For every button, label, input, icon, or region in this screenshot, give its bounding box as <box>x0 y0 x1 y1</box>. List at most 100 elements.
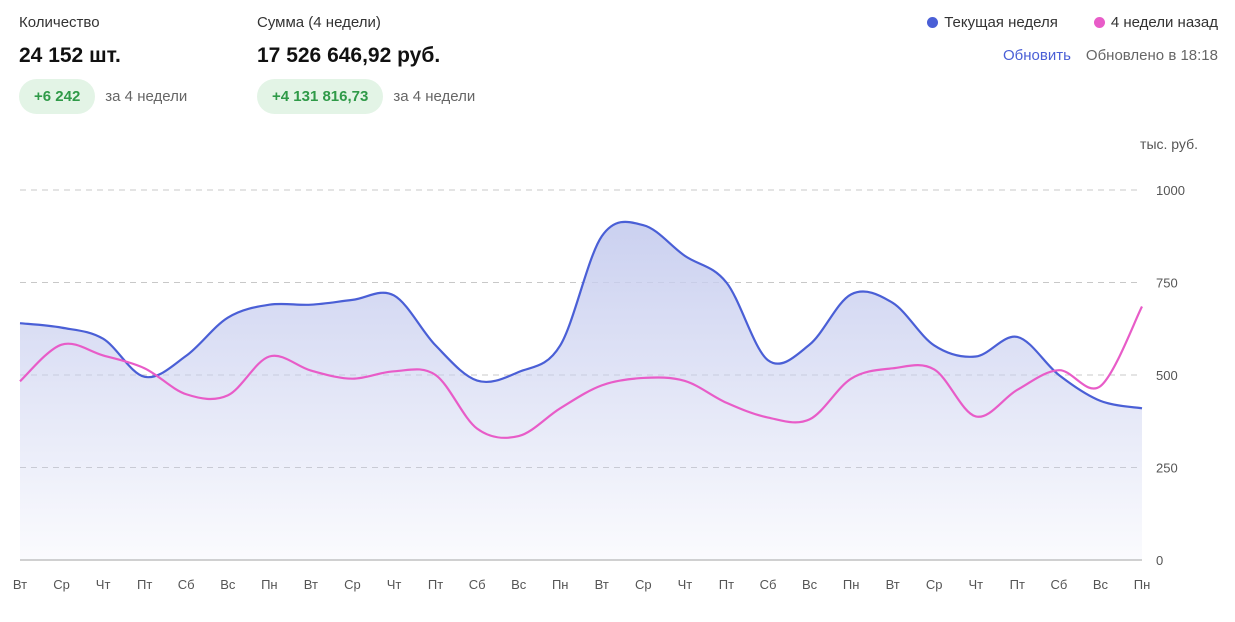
legend-item-current[interactable]: Текущая неделя <box>927 14 1058 31</box>
data-point-previous[interactable] <box>554 402 566 414</box>
quantity-period: за 4 недели <box>105 88 188 105</box>
x-tick-label: Пн <box>261 577 278 592</box>
refresh-row: Обновить Обновлено в 18:18 <box>1003 47 1218 64</box>
x-tick-label: Ср <box>926 577 943 592</box>
data-point-previous[interactable] <box>1136 301 1148 313</box>
x-tick-label: Вт <box>304 577 318 592</box>
data-point-previous[interactable] <box>970 410 982 422</box>
legend-dot-current-icon <box>927 17 939 28</box>
x-tick-label: Пн <box>1134 577 1151 592</box>
quantity-label: Количество <box>19 14 100 31</box>
data-point-current[interactable] <box>513 366 525 378</box>
data-point-current[interactable] <box>305 299 317 311</box>
data-point-current[interactable] <box>887 297 899 309</box>
y-tick-label: 750 <box>1156 276 1178 291</box>
x-tick-label: Сб <box>178 577 195 592</box>
data-point-current[interactable] <box>1094 395 1106 407</box>
data-point-current[interactable] <box>720 277 732 289</box>
x-tick-label: Ср <box>53 577 70 592</box>
data-point-previous[interactable] <box>56 339 68 351</box>
data-point-previous[interactable] <box>346 373 358 385</box>
x-tick-label: Пн <box>552 577 569 592</box>
data-point-current[interactable] <box>97 333 109 345</box>
legend-previous-label: 4 недели назад <box>1110 14 1218 31</box>
x-tick-label: Вс <box>1093 577 1109 592</box>
data-point-current[interactable] <box>596 230 608 242</box>
y-tick-label: 250 <box>1156 461 1178 476</box>
data-point-current[interactable] <box>346 294 358 306</box>
data-point-previous[interactable] <box>596 379 608 391</box>
data-point-current[interactable] <box>1136 402 1148 414</box>
data-point-current[interactable] <box>804 339 816 351</box>
x-tick-label: Чт <box>387 577 402 592</box>
data-point-previous[interactable] <box>513 430 525 442</box>
data-point-current[interactable] <box>180 350 192 362</box>
data-point-current[interactable] <box>56 322 68 334</box>
data-point-previous[interactable] <box>388 365 400 377</box>
data-point-previous[interactable] <box>263 351 275 363</box>
data-point-current[interactable] <box>471 375 483 387</box>
refresh-link[interactable]: Обновить <box>1003 47 1071 64</box>
data-point-current[interactable] <box>1011 331 1023 343</box>
sum-delta-badge: +4 131 816,73 <box>257 79 384 114</box>
x-tick-label: Чт <box>968 577 983 592</box>
data-point-current[interactable] <box>928 339 940 351</box>
x-tick-label: Сб <box>760 577 777 592</box>
x-tick-label: Вт <box>595 577 609 592</box>
data-point-previous[interactable] <box>637 372 649 384</box>
data-point-current[interactable] <box>637 219 649 231</box>
x-tick-label: Вс <box>802 577 818 592</box>
x-tick-label: Вт <box>886 577 900 592</box>
data-point-previous[interactable] <box>804 413 816 425</box>
y-tick-label: 1000 <box>1156 183 1185 198</box>
legend-item-previous[interactable]: 4 недели назад <box>1093 14 1218 31</box>
data-point-previous[interactable] <box>1094 380 1106 392</box>
data-point-current[interactable] <box>845 288 857 300</box>
updated-time: Обновлено в 18:18 <box>1085 47 1218 64</box>
x-tick-label: Сб <box>1050 577 1067 592</box>
x-tick-label: Пн <box>843 577 860 592</box>
sum-label: Сумма (4 недели) <box>257 14 381 31</box>
data-point-previous[interactable] <box>14 375 26 387</box>
quantity-stat: Количество 24 152 шт. +6 242 за 4 недели <box>19 14 187 114</box>
data-point-previous[interactable] <box>928 363 940 375</box>
data-point-current[interactable] <box>388 289 400 301</box>
data-point-previous[interactable] <box>139 362 151 374</box>
data-point-previous[interactable] <box>180 388 192 400</box>
data-point-current[interactable] <box>679 250 691 262</box>
x-tick-label: Вт <box>13 577 27 592</box>
x-tick-label: Сб <box>469 577 486 592</box>
data-point-current[interactable] <box>970 351 982 363</box>
y-tick-label: 0 <box>1156 553 1163 568</box>
data-point-previous[interactable] <box>887 362 899 374</box>
data-point-previous[interactable] <box>97 349 109 361</box>
legend-current-label: Текущая неделя <box>944 14 1058 31</box>
quantity-delta-badge: +6 242 <box>19 79 96 114</box>
data-point-previous[interactable] <box>305 365 317 377</box>
data-point-previous[interactable] <box>1053 364 1065 376</box>
x-tick-label: Вс <box>511 577 527 592</box>
x-tick-label: Пт <box>137 577 152 592</box>
data-point-previous[interactable] <box>471 423 483 435</box>
y-tick-label: 500 <box>1156 368 1178 383</box>
data-point-previous[interactable] <box>762 412 774 424</box>
chart-legend: Текущая неделя 4 недели назад <box>891 14 1218 31</box>
data-point-current[interactable] <box>222 312 234 324</box>
legend-dot-previous-icon <box>1093 17 1105 28</box>
data-point-current[interactable] <box>762 354 774 366</box>
data-point-previous[interactable] <box>679 375 691 387</box>
x-tick-label: Пт <box>1010 577 1025 592</box>
data-point-previous[interactable] <box>845 373 857 385</box>
x-tick-label: Чт <box>678 577 693 592</box>
sum-stat: Сумма (4 недели) 17 526 646,92 руб. +4 1… <box>257 14 475 114</box>
sum-period: за 4 недели <box>393 88 476 105</box>
data-point-previous[interactable] <box>222 389 234 401</box>
data-point-previous[interactable] <box>720 397 732 409</box>
data-point-current[interactable] <box>263 299 275 311</box>
x-tick-label: Чт <box>96 577 111 592</box>
data-point-current[interactable] <box>14 317 26 329</box>
data-point-previous[interactable] <box>1011 384 1023 396</box>
data-point-current[interactable] <box>554 339 566 351</box>
data-point-previous[interactable] <box>430 369 442 381</box>
data-point-current[interactable] <box>430 339 442 351</box>
